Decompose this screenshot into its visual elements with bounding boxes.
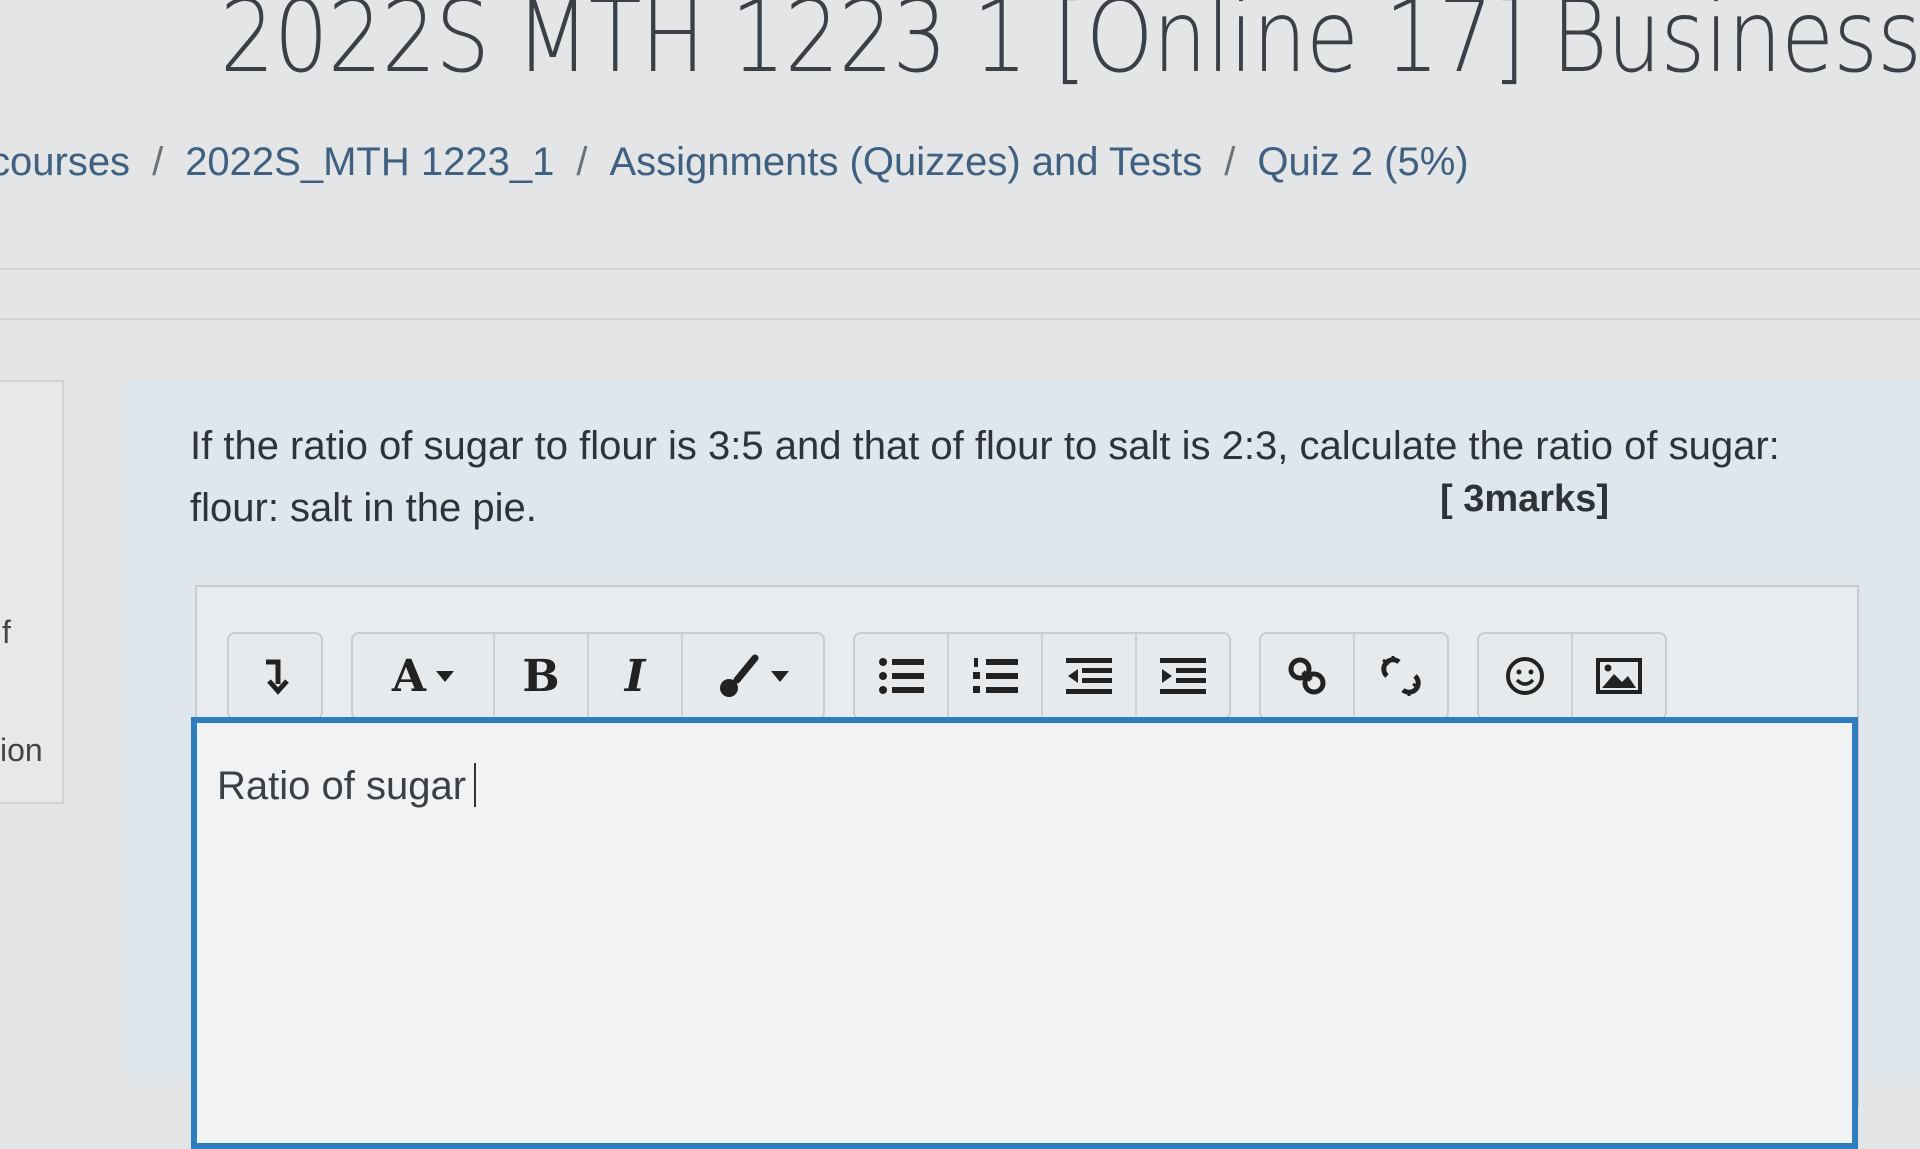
image-icon [1596, 658, 1642, 694]
quiz-info-panel: f ion [0, 380, 64, 804]
chevron-down-icon [436, 670, 455, 682]
italic-label: I [624, 650, 646, 702]
indent-icon [1160, 658, 1206, 694]
breadcrumb-course[interactable]: 2022S_MTH 1223_1 [185, 140, 554, 185]
divider [0, 268, 1920, 270]
unlink-icon [1381, 656, 1421, 696]
link-icon [1288, 657, 1326, 695]
answer-editor: A B I Ratio of sugar [191, 585, 1859, 1149]
panel-text-fragment: f [2, 614, 11, 650]
toolbar-group-media [1477, 632, 1667, 720]
breadcrumb-separator: / [1224, 140, 1236, 184]
image-button[interactable] [1573, 634, 1665, 718]
page-title: 2022S MTH 1223 1 [Online 17] Business [220, 0, 1920, 95]
expand-toolbar-button[interactable] [229, 634, 321, 718]
font-style-button[interactable]: A [353, 634, 495, 718]
numbered-list-icon [973, 658, 1018, 693]
text-cursor [474, 763, 477, 807]
editor-toolbar: A B I [227, 632, 1695, 722]
ordered-list-button[interactable] [949, 634, 1043, 718]
toolbar-group-format: A B I [351, 632, 825, 720]
panel-text-fragment: ion [0, 732, 43, 768]
smiley-icon [1506, 657, 1544, 695]
toolbar-group-expand [227, 632, 323, 720]
unordered-list-button[interactable] [855, 634, 949, 718]
unlink-button[interactable] [1355, 634, 1447, 718]
arrow-down-icon [266, 659, 289, 695]
toolbar-group-lists [853, 632, 1231, 720]
italic-button[interactable]: I [589, 634, 683, 718]
outdent-icon [1066, 658, 1112, 694]
bullet-list-icon [879, 658, 924, 694]
chevron-down-icon [771, 670, 789, 682]
link-button[interactable] [1261, 634, 1355, 718]
divider [0, 318, 1920, 320]
breadcrumb-assignments[interactable]: Assignments (Quizzes) and Tests [609, 140, 1202, 185]
bold-button[interactable]: B [495, 634, 589, 718]
bold-label: B [522, 650, 560, 702]
toolbar-group-links [1259, 632, 1449, 720]
emoji-button[interactable] [1479, 634, 1573, 718]
breadcrumb-separator: / [576, 140, 588, 184]
answer-content: Ratio of sugar [217, 764, 467, 808]
font-style-label: A [391, 650, 427, 702]
outdent-button[interactable] [1043, 634, 1137, 718]
breadcrumb-separator: / [152, 140, 164, 184]
breadcrumb: courses / 2022S_MTH 1223_1 / Assignments… [0, 140, 1469, 185]
answer-text[interactable]: Ratio of sugar [217, 763, 477, 809]
brush-icon [720, 654, 759, 697]
question-marks: [ 3marks] [1440, 478, 1609, 520]
indent-button[interactable] [1137, 634, 1229, 718]
breadcrumb-quiz[interactable]: Quiz 2 (5%) [1257, 140, 1468, 185]
breadcrumb-courses[interactable]: courses [0, 140, 130, 185]
text-color-button[interactable] [683, 634, 823, 718]
answer-textarea[interactable]: Ratio of sugar [191, 717, 1858, 1149]
